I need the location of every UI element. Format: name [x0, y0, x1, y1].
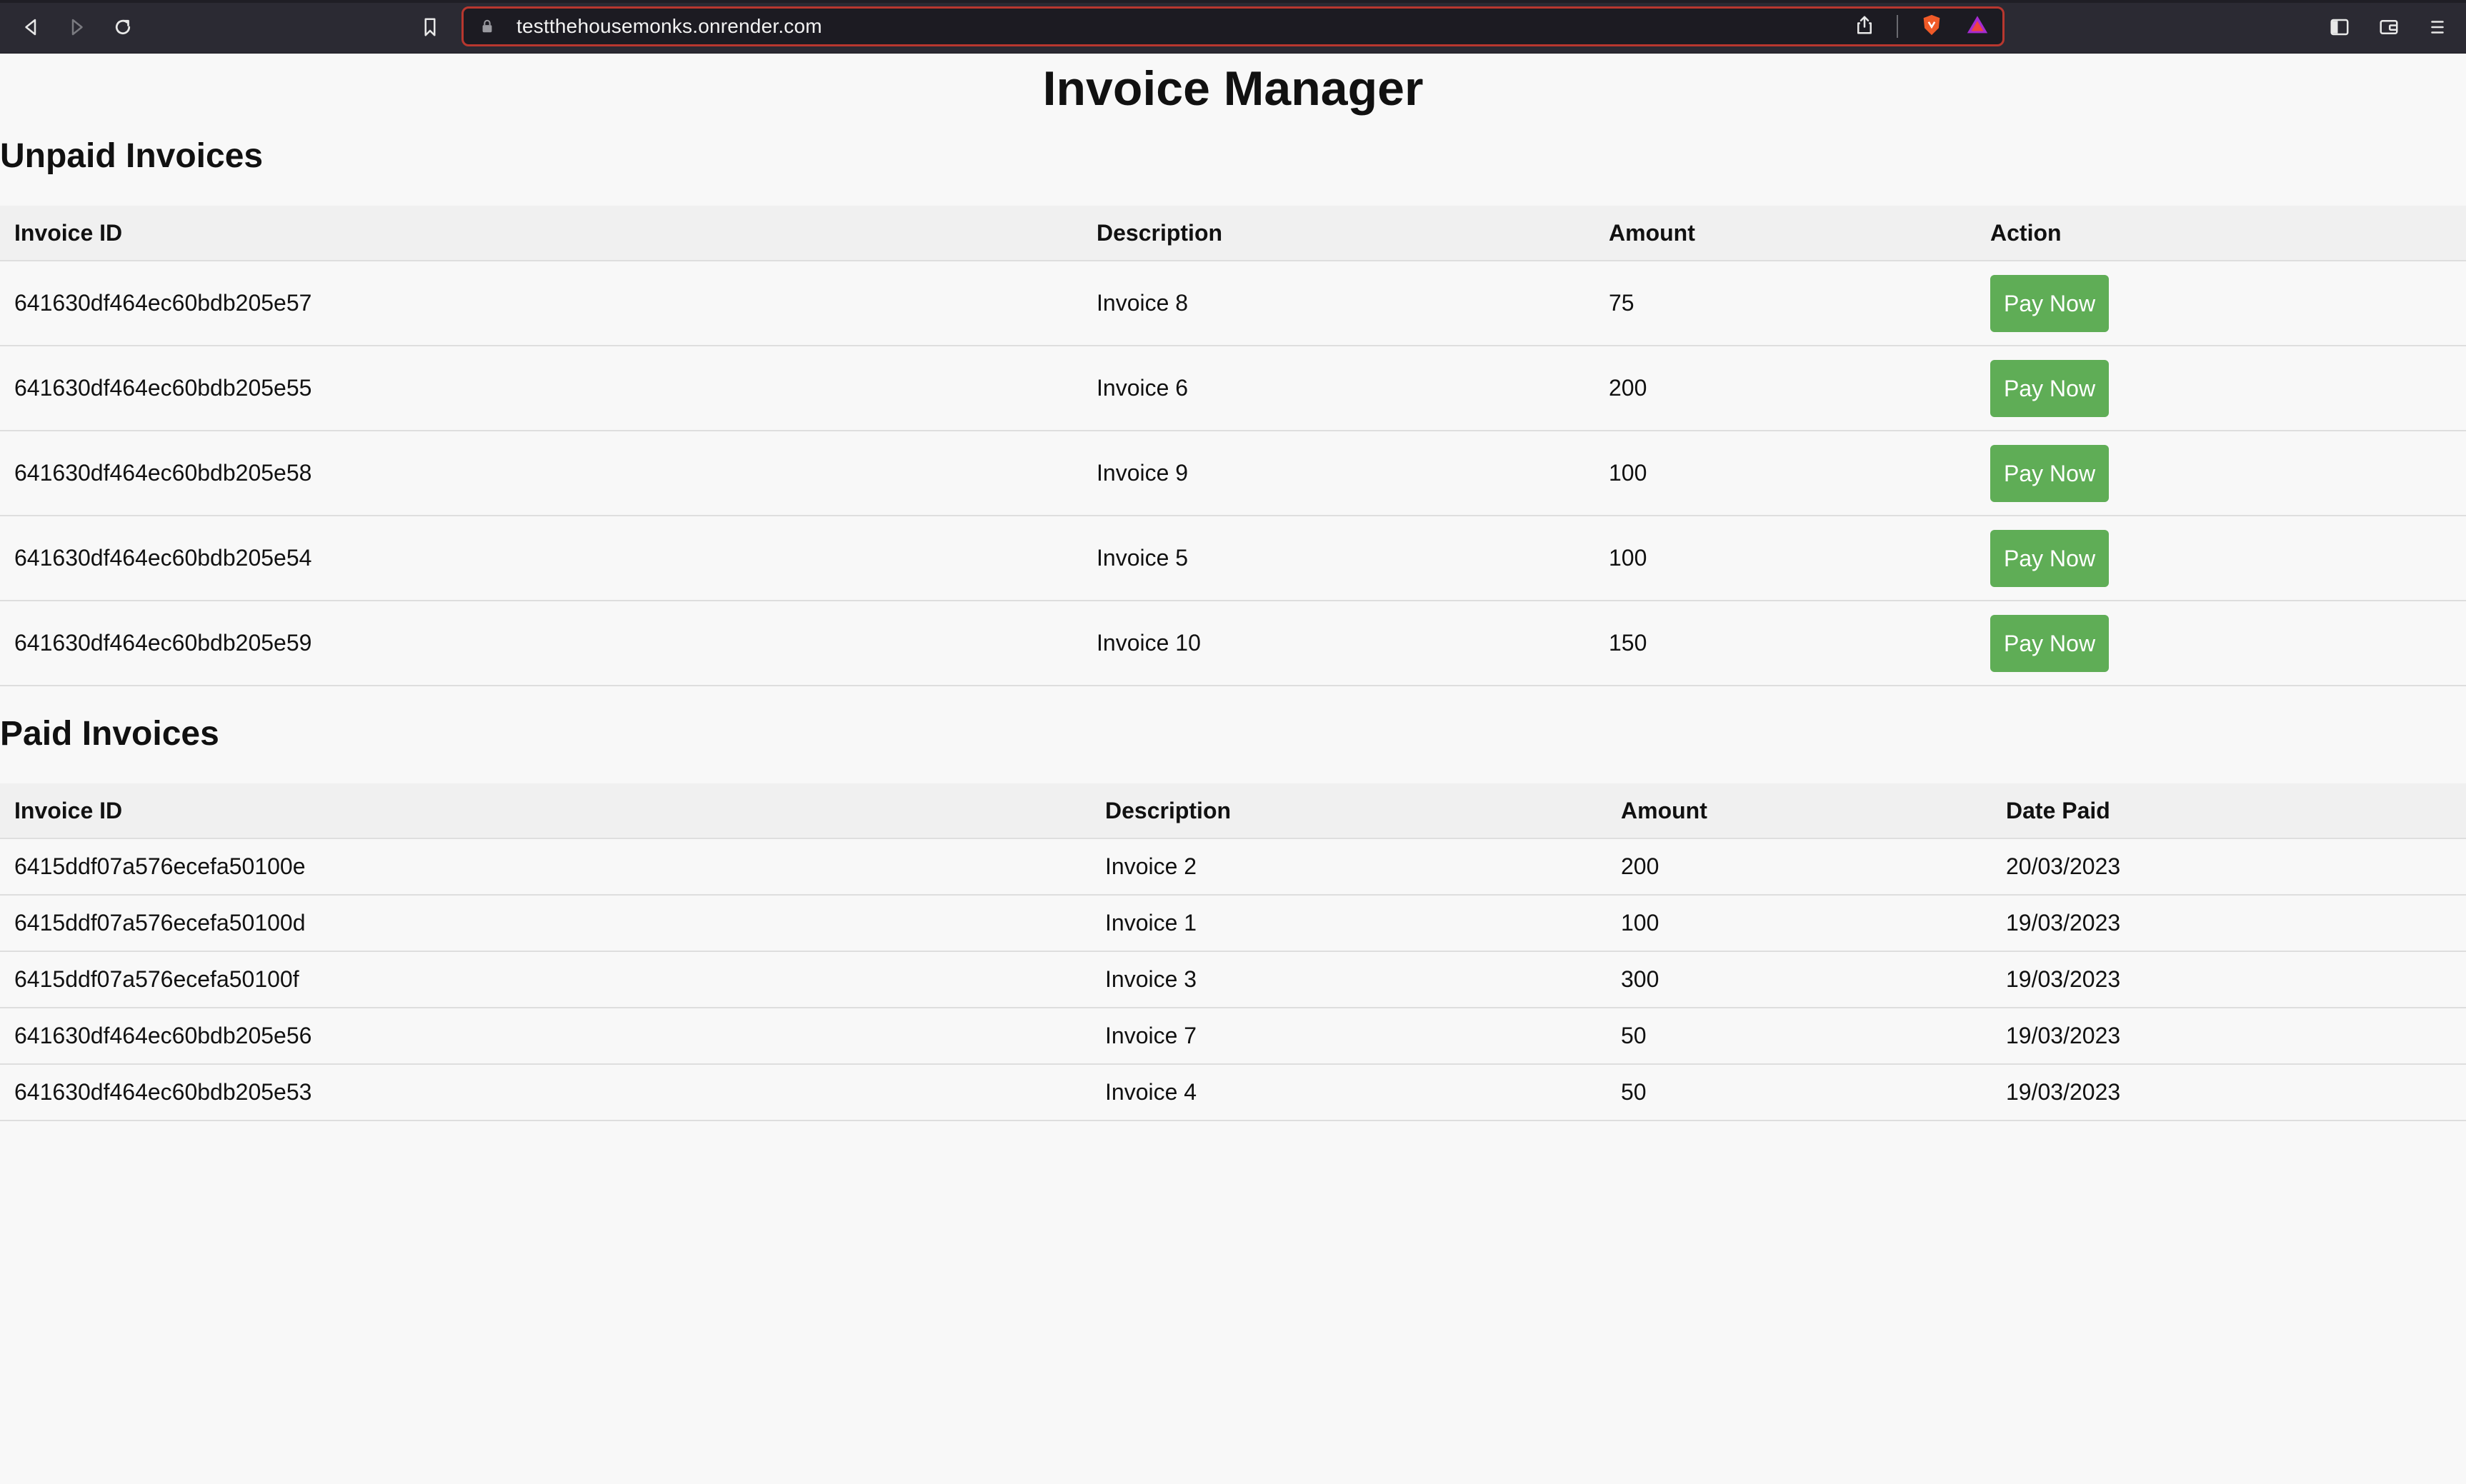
paid-invoices-table: Invoice ID Description Amount Date Paid … — [0, 783, 2466, 1121]
unpaid-invoices-table: Invoice ID Description Amount Action 641… — [0, 206, 2466, 686]
table-row: 641630df464ec60bdb205e57 Invoice 8 75 Pa… — [0, 261, 2466, 346]
separator — [1897, 15, 1898, 38]
column-header-invoice-id: Invoice ID — [0, 206, 1082, 261]
description-cell: Invoice 4 — [1091, 1064, 1607, 1121]
amount-cell: 50 — [1607, 1008, 1992, 1065]
column-header-description: Description — [1082, 206, 1594, 261]
table-row: 641630df464ec60bdb205e56 Invoice 7 50 19… — [0, 1008, 2466, 1065]
amount-cell: 200 — [1607, 838, 1992, 896]
table-row: 641630df464ec60bdb205e53 Invoice 4 50 19… — [0, 1064, 2466, 1121]
pay-now-button[interactable]: Pay Now — [1990, 529, 2110, 587]
table-header-row: Invoice ID Description Amount Date Paid — [0, 783, 2466, 839]
description-cell: Invoice 2 — [1091, 838, 1607, 896]
column-header-amount: Amount — [1607, 783, 1992, 839]
amount-cell: 75 — [1594, 261, 1976, 346]
bookmark-icon[interactable] — [416, 13, 444, 41]
reload-icon[interactable] — [109, 13, 137, 41]
invoice-id-cell: 6415ddf07a576ecefa50100e — [0, 838, 1091, 896]
amount-cell: 50 — [1607, 1064, 1992, 1121]
table-row: 6415ddf07a576ecefa50100f Invoice 3 300 1… — [0, 951, 2466, 1008]
description-cell: Invoice 8 — [1082, 261, 1594, 346]
date-paid-cell: 19/03/2023 — [1992, 1008, 2466, 1065]
action-cell: Pay Now — [1976, 346, 2466, 431]
invoice-id-cell: 641630df464ec60bdb205e54 — [0, 516, 1082, 601]
table-row: 6415ddf07a576ecefa50100d Invoice 1 100 1… — [0, 895, 2466, 952]
description-cell: Invoice 3 — [1091, 951, 1607, 1008]
tab-strip — [0, 0, 2466, 3]
description-cell: Invoice 6 — [1082, 346, 1594, 431]
table-row: 6415ddf07a576ecefa50100e Invoice 2 200 2… — [0, 838, 2466, 896]
description-cell: Invoice 7 — [1091, 1008, 1607, 1065]
action-cell: Pay Now — [1976, 516, 2466, 601]
invoice-id-cell: 641630df464ec60bdb205e59 — [0, 601, 1082, 686]
amount-cell: 200 — [1594, 346, 1976, 431]
brave-shield-icon[interactable] — [1920, 13, 1944, 41]
date-paid-cell: 20/03/2023 — [1992, 838, 2466, 896]
sidebar-icon[interactable] — [2325, 13, 2354, 41]
action-cell: Pay Now — [1976, 261, 2466, 346]
amount-cell: 100 — [1594, 516, 1976, 601]
column-header-action: Action — [1976, 206, 2466, 261]
table-row: 641630df464ec60bdb205e58 Invoice 9 100 P… — [0, 431, 2466, 516]
forward-icon[interactable] — [62, 13, 91, 41]
amount-cell: 100 — [1594, 431, 1976, 516]
share-icon[interactable] — [1854, 14, 1875, 39]
column-header-description: Description — [1091, 783, 1607, 839]
pay-now-button[interactable]: Pay Now — [1990, 614, 2110, 672]
amount-cell: 150 — [1594, 601, 1976, 686]
pay-now-button[interactable]: Pay Now — [1990, 444, 2110, 502]
date-paid-cell: 19/03/2023 — [1992, 895, 2466, 952]
invoice-id-cell: 641630df464ec60bdb205e56 — [0, 1008, 1091, 1065]
pay-now-button[interactable]: Pay Now — [1990, 359, 2110, 417]
description-cell: Invoice 5 — [1082, 516, 1594, 601]
menu-icon[interactable] — [2423, 13, 2452, 41]
url-text: testthehousemonks.onrender.com — [516, 15, 822, 37]
action-cell: Pay Now — [1976, 431, 2466, 516]
action-cell: Pay Now — [1976, 601, 2466, 686]
pay-now-button[interactable]: Pay Now — [1990, 274, 2110, 332]
invoice-id-cell: 6415ddf07a576ecefa50100d — [0, 895, 1091, 952]
table-header-row: Invoice ID Description Amount Action — [0, 206, 2466, 261]
column-header-amount: Amount — [1594, 206, 1976, 261]
paid-invoices-heading: Paid Invoices — [0, 715, 219, 753]
invoice-id-cell: 641630df464ec60bdb205e53 — [0, 1064, 1091, 1121]
description-cell: Invoice 10 — [1082, 601, 1594, 686]
amount-cell: 300 — [1607, 951, 1992, 1008]
invoice-id-cell: 641630df464ec60bdb205e57 — [0, 261, 1082, 346]
wallet-icon[interactable] — [2375, 13, 2403, 41]
description-cell: Invoice 9 — [1082, 431, 1594, 516]
description-cell: Invoice 1 — [1091, 895, 1607, 952]
invoice-id-cell: 6415ddf07a576ecefa50100f — [0, 951, 1091, 1008]
invoice-id-cell: 641630df464ec60bdb205e58 — [0, 431, 1082, 516]
back-icon[interactable] — [17, 13, 46, 41]
column-header-invoice-id: Invoice ID — [0, 783, 1091, 839]
invoice-id-cell: 641630df464ec60bdb205e55 — [0, 346, 1082, 431]
amount-cell: 100 — [1607, 895, 1992, 952]
table-row: 641630df464ec60bdb205e54 Invoice 5 100 P… — [0, 516, 2466, 601]
column-header-date-paid: Date Paid — [1992, 783, 2466, 839]
browser-toolbar: testthehousemonks.onrender.com — [0, 0, 2466, 54]
unpaid-invoices-heading: Unpaid Invoices — [0, 137, 264, 175]
date-paid-cell: 19/03/2023 — [1992, 951, 2466, 1008]
brave-rewards-icon[interactable] — [1965, 13, 1990, 41]
table-row: 641630df464ec60bdb205e59 Invoice 10 150 … — [0, 601, 2466, 686]
page-title: Invoice Manager — [1042, 61, 1424, 116]
lock-icon — [479, 18, 496, 35]
address-bar[interactable]: testthehousemonks.onrender.com — [461, 6, 2005, 46]
date-paid-cell: 19/03/2023 — [1992, 1064, 2466, 1121]
table-row: 641630df464ec60bdb205e55 Invoice 6 200 P… — [0, 346, 2466, 431]
